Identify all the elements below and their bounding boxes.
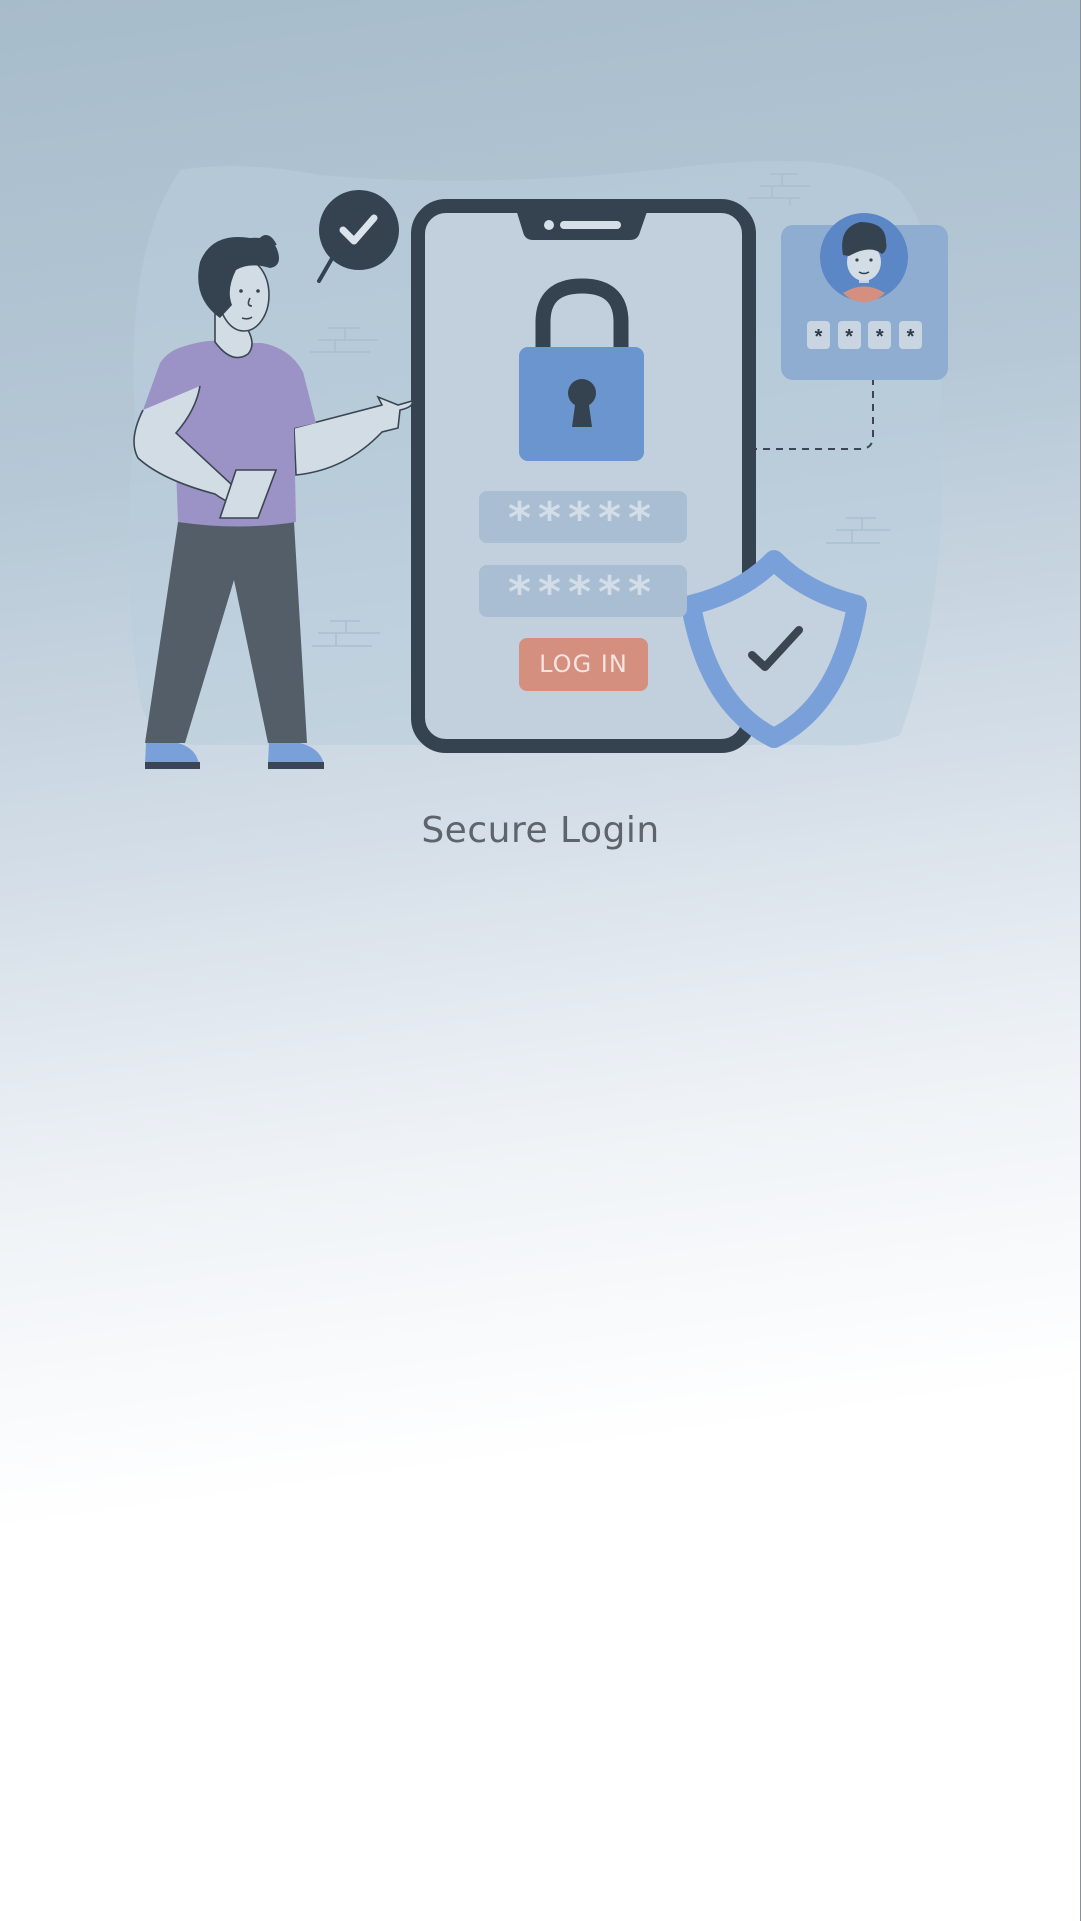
password-mask-2: ***** — [507, 567, 659, 618]
pin-box: * — [898, 321, 922, 349]
pin-box: * — [807, 321, 830, 349]
password-field-1: ***** — [479, 491, 687, 544]
pin-code-row: * * * * — [807, 321, 922, 349]
password-field-2: ***** — [479, 565, 687, 618]
pin-box: * — [837, 321, 861, 349]
page-title: Secure Login — [421, 810, 660, 851]
password-mask-1: ***** — [507, 493, 659, 544]
login-button-illustration: LOG IN — [519, 638, 648, 691]
pin-box: * — [868, 321, 892, 349]
profile-card — [781, 213, 948, 380]
